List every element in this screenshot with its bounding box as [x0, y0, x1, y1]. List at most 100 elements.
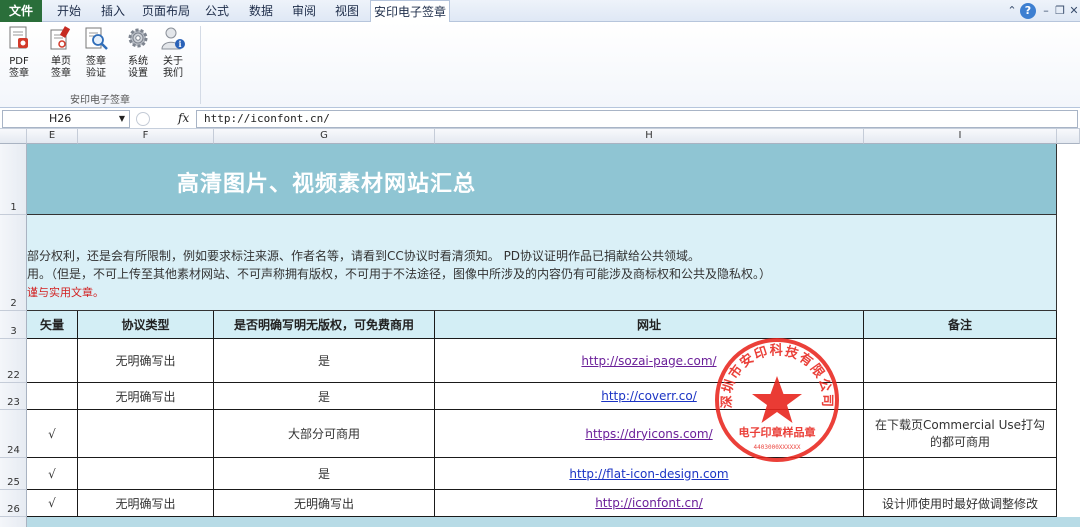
url-link[interactable]: http://sozai-page.com/	[581, 354, 716, 368]
row-header-22[interactable]: 22	[0, 339, 27, 383]
about-us-label-2: 我们	[163, 68, 183, 79]
cell-vector[interactable]: √	[27, 458, 78, 490]
tab-home[interactable]: 开始	[48, 0, 90, 22]
cell-free-commercial[interactable]: 大部分可商用	[214, 410, 435, 458]
header-free-commercial[interactable]: 是否明确写明无版权，可免费商用	[214, 311, 435, 339]
cell-free-commercial[interactable]: 无明确写出	[214, 490, 435, 517]
system-settings-label-1: 系统	[128, 56, 148, 67]
tab-review[interactable]: 审阅	[283, 0, 325, 22]
seal-star-icon	[752, 376, 802, 423]
gear-icon	[128, 28, 148, 48]
cell-note[interactable]: 在下载页Commercial Use打勾的都可商用	[864, 410, 1057, 458]
column-header-f[interactable]: F	[78, 129, 214, 144]
formula-cancel-icon	[136, 112, 150, 126]
tab-data[interactable]: 数据	[240, 0, 282, 22]
tab-formulas[interactable]: 公式	[196, 0, 238, 22]
row-header-25[interactable]: 25	[0, 458, 27, 490]
header-url[interactable]: 网址	[435, 311, 864, 339]
verify-sign-button[interactable]: 签章 验证	[81, 25, 111, 85]
url-link[interactable]: https://dryicons.com/	[585, 427, 712, 441]
cell-free-commercial[interactable]: 是	[214, 383, 435, 410]
select-all-corner[interactable]	[0, 129, 27, 144]
tab-file[interactable]: 文件	[0, 0, 42, 22]
about-user-icon: i	[161, 27, 185, 50]
cell-vector[interactable]: √	[27, 490, 78, 517]
cell-free-commercial[interactable]: 是	[214, 339, 435, 383]
next-row-band	[27, 517, 1080, 527]
tab-page-layout[interactable]: 页面布局	[138, 0, 194, 22]
system-settings-label-2: 设置	[128, 68, 148, 79]
column-header-next	[1057, 129, 1080, 144]
name-box[interactable]: H26 ▼	[2, 110, 130, 128]
verify-sign-label-2: 验证	[86, 68, 106, 79]
cell-note[interactable]	[864, 339, 1057, 383]
cell-vector[interactable]	[27, 339, 78, 383]
title-cell[interactable]: 高清图片、视频素材网站汇总	[27, 144, 1057, 215]
column-header-h[interactable]: H	[435, 129, 864, 144]
note-line-3: 谨与实用文章。	[27, 286, 104, 299]
pdf-sign-label-1: PDF	[9, 56, 29, 67]
verify-sign-label-1: 签章	[86, 56, 106, 67]
single-page-sign-icon	[50, 26, 71, 50]
cell-license[interactable]: 无明确写出	[78, 339, 214, 383]
cell-note[interactable]: 设计师使用时最好做调整修改	[864, 490, 1057, 517]
verify-sign-icon	[85, 27, 108, 50]
cell-license[interactable]	[78, 410, 214, 458]
column-header-e[interactable]: E	[27, 129, 78, 144]
cell-vector[interactable]: √	[27, 410, 78, 458]
tab-anyin-esign[interactable]: 安印电子签章	[370, 0, 450, 23]
formula-input[interactable]: http://iconfont.cn/	[196, 110, 1078, 128]
sheet-title: 高清图片、视频素材网站汇总	[177, 172, 477, 197]
note-line-2: 用。（但是，不可上传至其他素材网站、不可声称拥有版权，不可用于不法途径，图像中所…	[27, 267, 772, 281]
tab-insert[interactable]: 插入	[92, 0, 134, 22]
cell-license[interactable]: 无明确写出	[78, 383, 214, 410]
help-icon[interactable]: ?	[1020, 3, 1036, 19]
row-header-1[interactable]: 1	[0, 144, 27, 215]
pdf-sign-label-2: 签章	[9, 68, 29, 79]
row-header-3[interactable]: 3	[0, 311, 27, 339]
cell-free-commercial[interactable]: 是	[214, 458, 435, 490]
about-us-label-1: 关于	[163, 56, 183, 67]
url-link[interactable]: http://flat-icon-design.com	[569, 467, 728, 481]
formula-bar: H26 ▼ fx http://iconfont.cn/	[0, 109, 1080, 129]
row-header-26[interactable]: 26	[0, 490, 27, 517]
close-window-icon[interactable]: ✕	[1066, 3, 1080, 19]
minimize-ribbon-icon[interactable]: ⌃	[1004, 3, 1020, 19]
column-header-i[interactable]: I	[864, 129, 1057, 144]
url-link[interactable]: http://iconfont.cn/	[595, 496, 703, 510]
header-vector[interactable]: 矢量	[27, 311, 78, 339]
ribbon-panel: PDF 签章 单页 签章 签章 验证 系统 设置 i 关于 我们 安印电子签章	[0, 22, 1080, 108]
about-us-button[interactable]: i 关于 我们	[158, 25, 188, 85]
insert-function-button[interactable]: fx	[178, 110, 189, 127]
row-header-27	[0, 517, 27, 527]
column-header-g[interactable]: G	[214, 129, 435, 144]
seal-serial: 4403000XXXXXX	[754, 444, 801, 451]
ribbon-group-label: 安印电子签章	[70, 95, 130, 106]
cell-vector[interactable]	[27, 383, 78, 410]
cell-license[interactable]: 无明确写出	[78, 490, 214, 517]
pdf-sign-button[interactable]: PDF 签章	[4, 25, 34, 85]
system-settings-button[interactable]: 系统 设置	[123, 25, 153, 85]
url-link[interactable]: http://coverr.co/	[601, 389, 697, 403]
name-box-value: H26	[49, 112, 72, 125]
cell-note[interactable]	[864, 383, 1057, 410]
chevron-down-icon[interactable]: ▼	[119, 111, 125, 127]
ribbon-group-separator	[200, 26, 201, 104]
single-page-sign-label-1: 单页	[51, 56, 71, 67]
tab-view[interactable]: 视图	[326, 0, 368, 22]
note-line-1: 部分权利，还是会有所限制，例如要求标注来源、作者名等，请看到CC协议时看清须知。…	[27, 249, 701, 263]
header-note[interactable]: 备注	[864, 311, 1057, 339]
single-page-sign-label-2: 签章	[51, 68, 71, 79]
cell-license[interactable]	[78, 458, 214, 490]
cell-note[interactable]	[864, 458, 1057, 490]
row-header-2[interactable]: 2	[0, 215, 27, 311]
single-page-sign-button[interactable]: 单页 签章	[46, 25, 76, 85]
pdf-sign-icon	[9, 26, 28, 49]
row-header-24[interactable]: 24	[0, 410, 27, 458]
svg-text:i: i	[178, 39, 181, 49]
cell-url[interactable]: http://iconfont.cn/	[435, 490, 864, 517]
ribbon-tab-bar: 文件 开始 插入 页面布局 公式 数据 审阅 视图 安印电子签章 ⌃ ? – ❐…	[0, 0, 1080, 23]
row-header-23[interactable]: 23	[0, 383, 27, 410]
header-license[interactable]: 协议类型	[78, 311, 214, 339]
notes-cell[interactable]: 部分权利，还是会有所限制，例如要求标注来源、作者名等，请看到CC协议时看清须知。…	[27, 215, 1057, 311]
